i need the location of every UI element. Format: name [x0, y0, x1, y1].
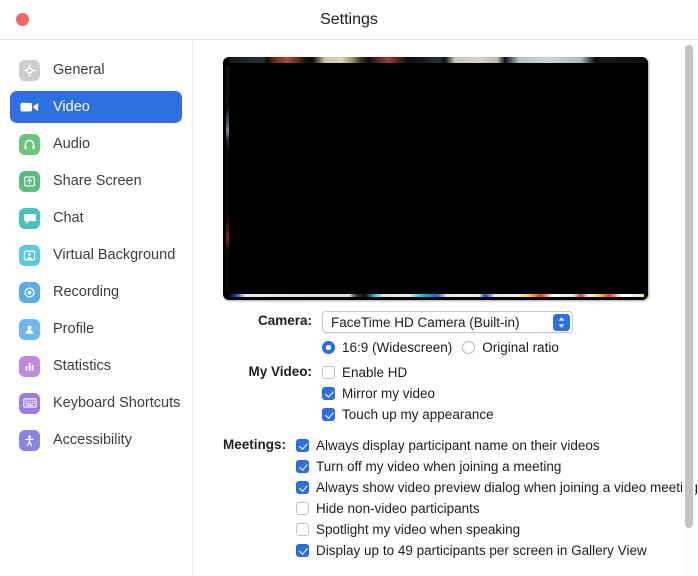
camera-preview[interactable]	[223, 57, 648, 300]
checkbox-label: Enable HD	[342, 365, 408, 380]
settings-window: Settings General Video Audio Share Screen Ch…	[0, 0, 698, 576]
checkbox-indicator[interactable]	[322, 408, 335, 421]
camera-select[interactable]: FaceTime HD Camera (Built-in)	[322, 311, 573, 333]
video-camera-icon	[19, 97, 40, 118]
checkbox-label: Spotlight my video when speaking	[316, 522, 521, 537]
meetings-options: Always display participant name on their…	[296, 435, 698, 561]
title-bar: Settings	[0, 0, 698, 40]
sidebar-item-label: Statistics	[53, 358, 112, 374]
sidebar-item-recording[interactable]: Recording	[10, 276, 182, 308]
sidebar-item-share-screen[interactable]: Share Screen	[10, 165, 182, 197]
checkbox-indicator[interactable]	[296, 481, 310, 494]
sidebar-item-label: Recording	[53, 284, 120, 300]
checkbox-indicator[interactable]	[296, 439, 310, 452]
record-icon	[19, 281, 40, 303]
radio-indicator[interactable]	[322, 341, 335, 354]
my-video-checkbox-2[interactable]: Touch up my appearance	[322, 404, 698, 425]
gear-icon	[19, 59, 40, 81]
camera-select-value: FaceTime HD Camera (Built-in)	[331, 314, 520, 330]
camera-label: Camera:	[257, 313, 312, 328]
meetings-checkbox-3[interactable]: Hide non-video participants	[296, 498, 698, 519]
radio-original-ratio[interactable]: Original ratio	[462, 340, 559, 355]
sidebar-item-video[interactable]: Video	[10, 91, 182, 123]
sidebar-item-chat[interactable]: Chat	[10, 202, 182, 234]
my-video-label: My Video:	[248, 364, 312, 379]
camera-preview-surface	[223, 57, 648, 300]
person-icon	[19, 318, 40, 340]
sidebar-item-general[interactable]: General	[10, 54, 182, 86]
sidebar-item-label: Virtual Background	[53, 247, 176, 263]
checkbox-label: Always display participant name on their…	[316, 438, 600, 453]
my-video-checkbox-1[interactable]: Mirror my video	[322, 383, 698, 404]
my-video-options: Enable HD Mirror my video Touch up my appe…	[322, 362, 698, 425]
checkbox-indicator[interactable]	[322, 366, 335, 379]
meetings-label: Meetings:	[223, 437, 287, 452]
sidebar-item-virtual-background[interactable]: Virtual Background	[10, 239, 182, 271]
meetings-checkbox-2[interactable]: Always show video preview dialog when jo…	[296, 477, 698, 498]
sidebar-item-label: Profile	[53, 321, 95, 337]
meetings-checkbox-4[interactable]: Spotlight my video when speaking	[296, 519, 698, 540]
accessibility-icon	[19, 429, 40, 451]
preview-noise-top	[229, 57, 644, 63]
checkbox-indicator[interactable]	[296, 502, 310, 515]
meetings-row: Meetings: Always display participant nam…	[194, 435, 698, 561]
checkbox-label: Display up to 49 participants per screen…	[316, 543, 647, 558]
vertical-scrollbar[interactable]	[683, 41, 695, 576]
camera-row: Camera: FaceTime HD Camera (Built-in)	[194, 311, 698, 333]
radio-indicator[interactable]	[462, 341, 476, 354]
meetings-checkbox-5[interactable]: Display up to 49 participants per screen…	[296, 540, 698, 561]
headphones-icon	[19, 133, 40, 155]
sidebar-item-label: Accessibility	[53, 432, 132, 448]
aspect-ratio-row: 16:9 (Widescreen) Original ratio	[194, 337, 698, 355]
checkbox-label: Touch up my appearance	[342, 407, 494, 422]
radio-widescreen[interactable]: 16:9 (Widescreen)	[322, 340, 452, 355]
up-down-chevron-icon[interactable]	[553, 314, 570, 331]
share-screen-icon	[19, 170, 40, 192]
radio-label: Original ratio	[482, 340, 559, 355]
radio-label: 16:9 (Widescreen)	[342, 340, 453, 355]
my-video-checkbox-0[interactable]: Enable HD	[322, 362, 698, 383]
checkbox-indicator[interactable]	[296, 523, 310, 536]
sidebar-item-label: General	[53, 62, 105, 78]
sidebar-item-statistics[interactable]: Statistics	[10, 350, 182, 382]
checkbox-label: Mirror my video	[342, 386, 436, 401]
meetings-checkbox-1[interactable]: Turn off my video when joining a meeting	[296, 456, 698, 477]
scrollbar-thumb[interactable]	[685, 45, 693, 528]
sidebar-item-profile[interactable]: Profile	[10, 313, 182, 345]
sidebar: General Video Audio Share Screen Chat Virtual…	[0, 41, 193, 576]
preview-noise-left	[226, 67, 229, 292]
window-title: Settings	[320, 11, 378, 28]
keyboard-icon	[19, 392, 40, 414]
video-settings-panel: Camera: FaceTime HD Camera (Built-in) 16…	[194, 41, 698, 576]
checkbox-label: Always show video preview dialog when jo…	[316, 480, 698, 495]
virtual-background-icon	[19, 244, 40, 266]
bar-chart-icon	[19, 355, 40, 377]
sidebar-item-audio[interactable]: Audio	[10, 128, 182, 160]
meetings-checkbox-0[interactable]: Always display participant name on their…	[296, 435, 698, 456]
my-video-row: My Video: Enable HD Mirror my video Touch …	[194, 362, 698, 425]
sidebar-item-label: Video	[53, 99, 90, 115]
sidebar-item-accessibility[interactable]: Accessibility	[10, 424, 182, 456]
sidebar-item-label: Share Screen	[53, 173, 142, 189]
checkbox-label: Turn off my video when joining a meeting	[316, 459, 562, 474]
preview-noise-bottom	[229, 294, 644, 297]
sidebar-item-keyboard-shortcuts[interactable]: Keyboard Shortcuts	[10, 387, 182, 419]
sidebar-item-label: Chat	[53, 210, 84, 226]
chat-bubble-icon	[19, 207, 40, 229]
checkbox-label: Hide non-video participants	[316, 501, 480, 516]
sidebar-item-label: Keyboard Shortcuts	[53, 395, 181, 411]
checkbox-indicator[interactable]	[296, 544, 310, 557]
sidebar-item-label: Audio	[53, 136, 91, 152]
checkbox-indicator[interactable]	[322, 387, 335, 400]
checkbox-indicator[interactable]	[296, 460, 310, 473]
aspect-ratio-group: 16:9 (Widescreen) Original ratio	[322, 337, 698, 355]
